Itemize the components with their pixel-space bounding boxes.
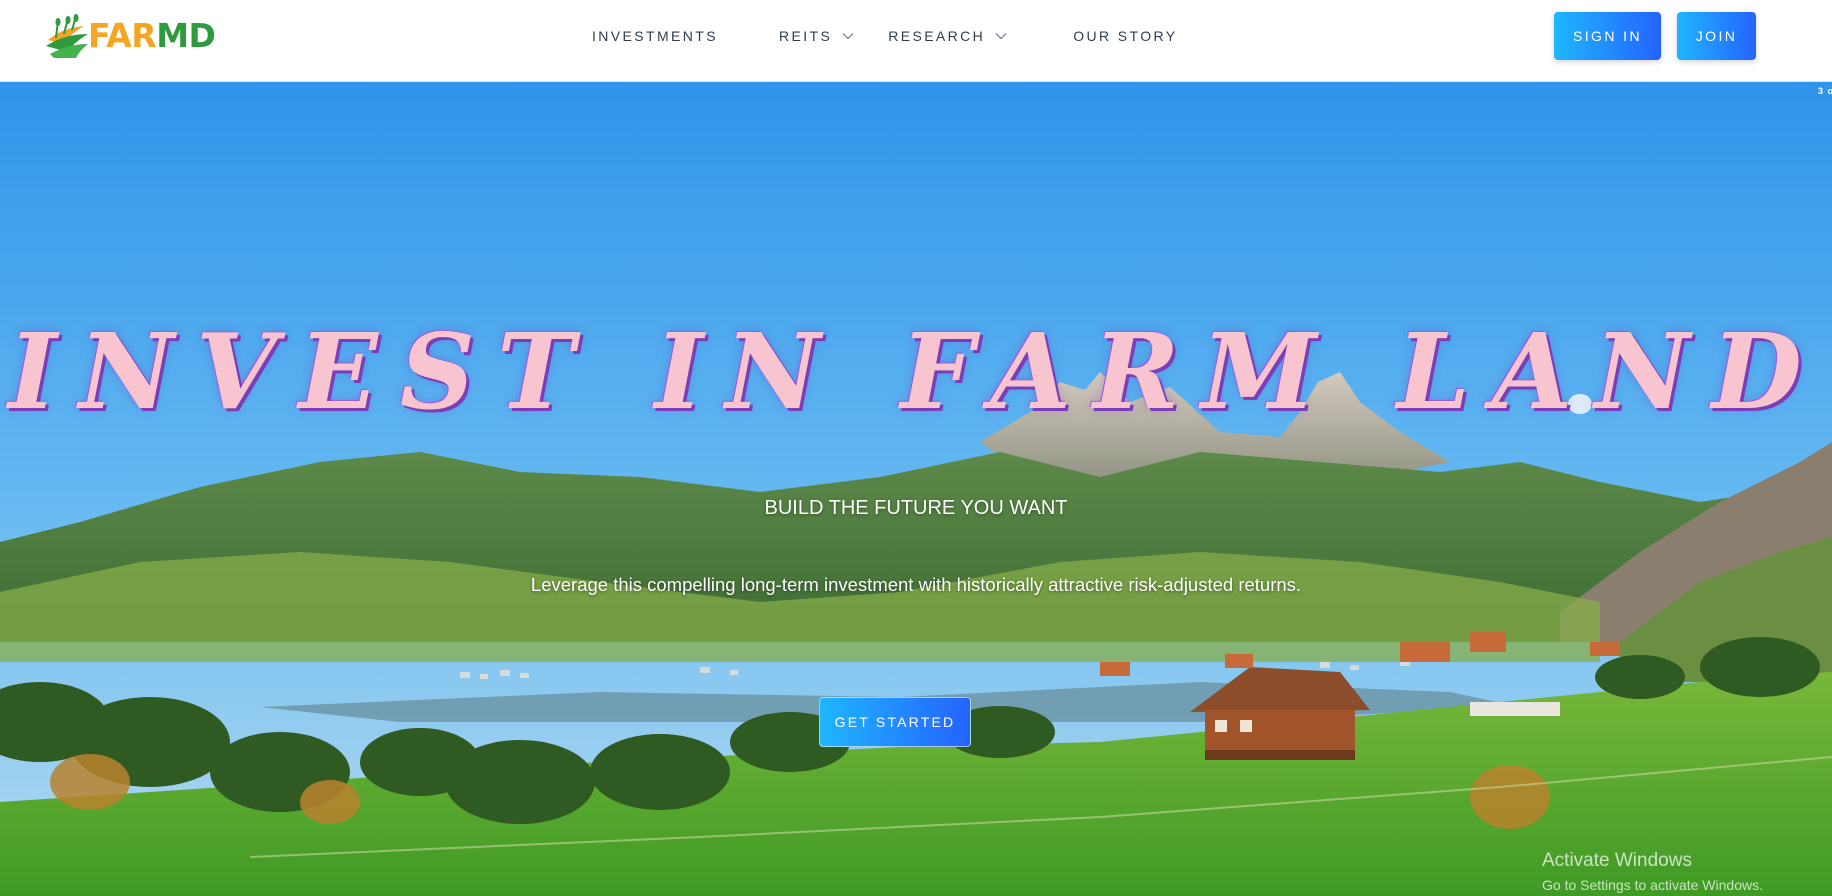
nav-item-investments[interactable]: INVESTMENTS [592, 28, 718, 44]
hero-description: Leverage this compelling long-term inves… [530, 574, 1302, 595]
windows-activation-watermark: Activate Windows Go to Settings to activ… [1542, 849, 1763, 895]
hero-subtitle: BUILD THE FUTURE YOU WANT [764, 497, 1068, 519]
site-header: FARMD INVESTMENTS REITS RESEARCH OUR STO… [0, 0, 1832, 82]
nav-item-research[interactable]: RESEARCH [888, 28, 1007, 44]
hero-title: INVEST IN FARM LAND [8, 310, 1824, 433]
nav-item-label: INVESTMENTS [592, 28, 718, 44]
logo-wordmark: FARMD [88, 16, 216, 55]
nav-item-label: REITS [778, 28, 833, 44]
farm-field-icon [46, 14, 88, 58]
watermark-title: Activate Windows [1542, 850, 1692, 871]
sign-in-button[interactable]: SIGN IN [1554, 12, 1661, 60]
nav-item-our-story[interactable]: OUR STORY [1073, 28, 1177, 44]
hero-background-landscape [0, 82, 1832, 896]
hero-section: 3 o INVEST IN FARM LAND BUILD THE FUTURE… [0, 82, 1832, 896]
chevron-down-icon [995, 33, 1007, 40]
join-button[interactable]: JOIN [1677, 12, 1756, 60]
farmd-logo[interactable]: FARMD [44, 14, 216, 58]
slide-counter: 3 o [1818, 86, 1832, 96]
watermark-subtitle: Go to Settings to activate Windows. [1542, 877, 1763, 893]
nav-item-reits[interactable]: REITS [779, 28, 854, 44]
nav-item-label: RESEARCH [888, 28, 986, 44]
main-nav: INVESTMENTS REITS RESEARCH OUR STORY [592, 24, 1178, 48]
chevron-down-icon [842, 33, 854, 40]
get-started-button[interactable]: GET STARTED [819, 697, 971, 747]
nav-item-label: OUR STORY [1073, 28, 1178, 44]
